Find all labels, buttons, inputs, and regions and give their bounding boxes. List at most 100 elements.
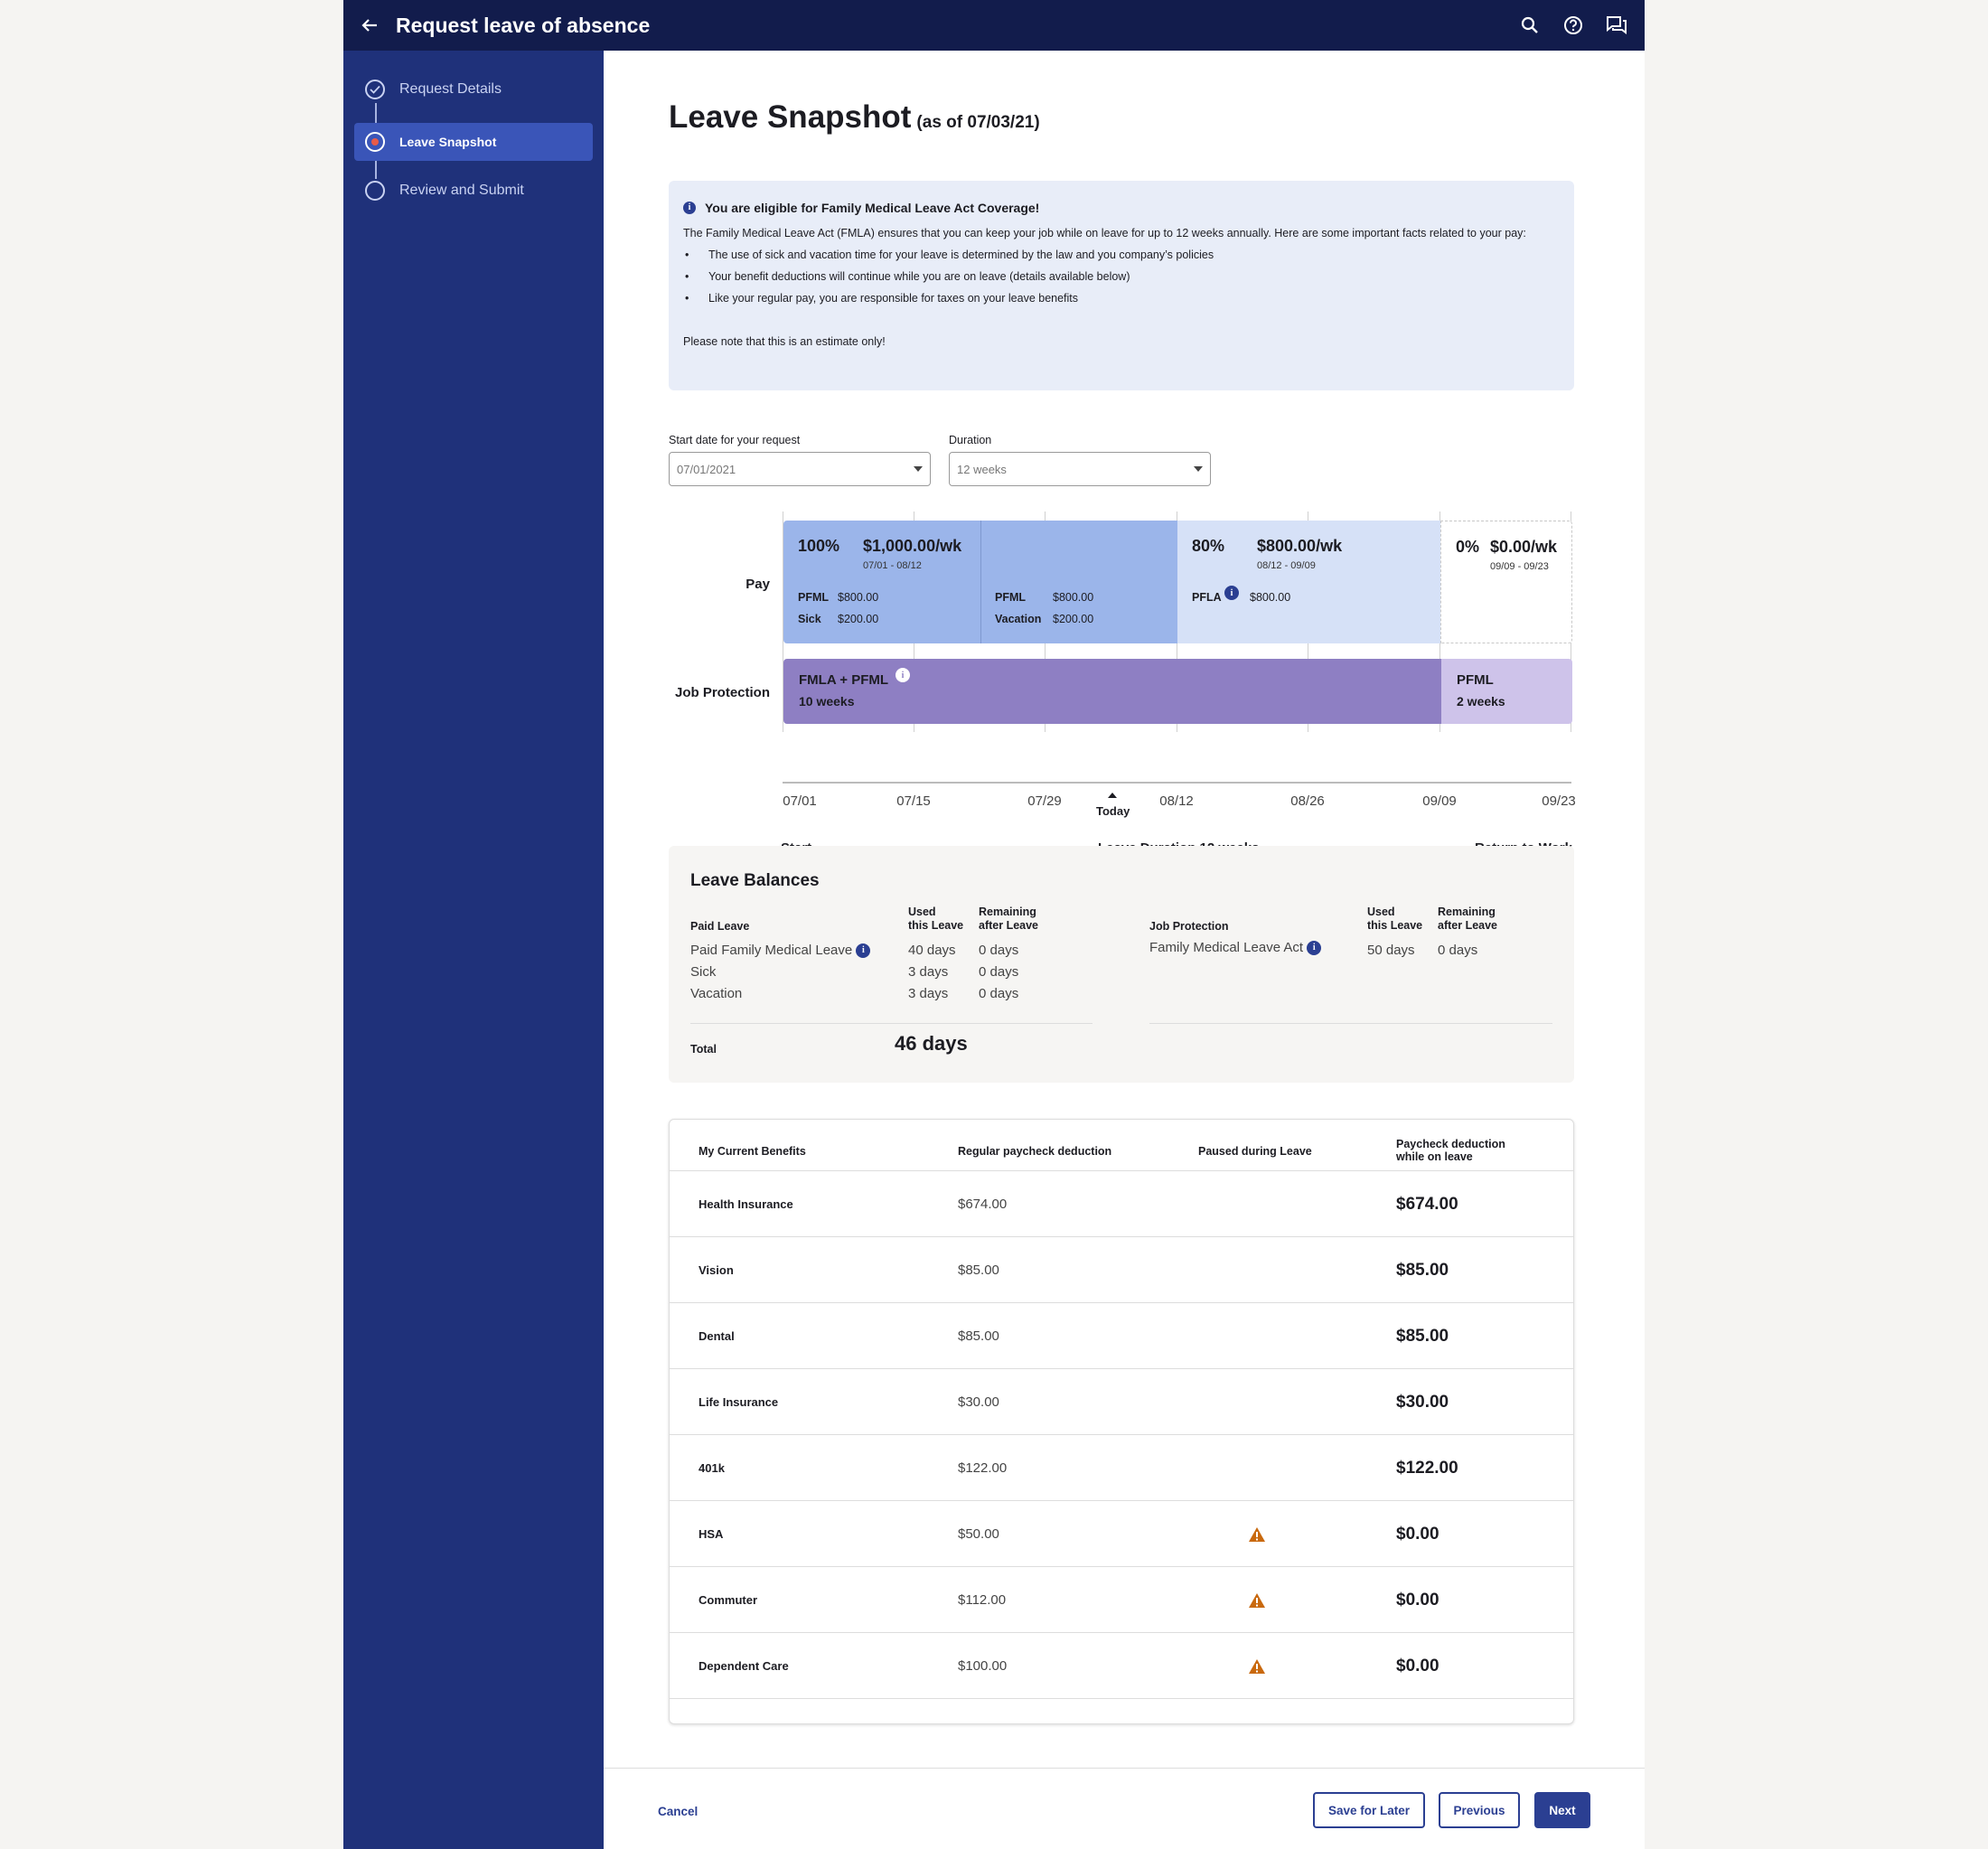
start-date-value: 07/01/2021 xyxy=(677,462,736,476)
total-value: 46 days xyxy=(895,1032,968,1055)
table-row: Dependent Care $100.00 $0.00 xyxy=(670,1633,1573,1699)
balances-title: Leave Balances xyxy=(690,871,820,890)
footer-bar: Cancel Save for Later Previous Next xyxy=(604,1768,1645,1849)
info-icon[interactable]: i xyxy=(1307,941,1322,955)
info-icon: i xyxy=(683,202,696,214)
benefit-name: Dependent Care xyxy=(699,1659,789,1673)
pay-percent: 100% xyxy=(798,537,840,555)
pay-rate: $0.00/wk xyxy=(1490,538,1558,556)
pay-source: PFLA xyxy=(1192,591,1222,604)
pay-source-amount: $800.00 xyxy=(1250,591,1291,604)
pay-segment-0[interactable]: 0% $0.00/wk 09/09 - 09/23 xyxy=(1440,521,1572,643)
tick-label: 07/15 xyxy=(896,793,931,809)
regular-deduction: $122.00 xyxy=(958,1460,1008,1476)
paid-leave-remaining: 0 days 0 days 0 days xyxy=(979,940,1018,1005)
today-marker-icon xyxy=(1108,793,1117,798)
pay-segment-100[interactable]: 100% $1,000.00/wk 07/01 - 08/12 PFML $800… xyxy=(783,521,1177,643)
remaining-header: Remaining after Leave xyxy=(979,906,1038,933)
balance-remaining: 0 days xyxy=(979,986,1019,1001)
banner-bullet: The use of sick and vacation time for yo… xyxy=(683,244,1560,266)
job-segment-fmla-pfml[interactable]: FMLA + PFML i 10 weeks xyxy=(783,659,1441,724)
info-icon[interactable]: i xyxy=(856,943,871,958)
col-header-paused: Paused during Leave xyxy=(1198,1145,1312,1158)
cancel-link[interactable]: Cancel xyxy=(658,1805,698,1818)
tick-label: 09/23 xyxy=(1542,793,1576,809)
remaining-header-1: Remaining xyxy=(979,906,1036,918)
previous-button[interactable]: Previous xyxy=(1439,1792,1520,1828)
toolbar xyxy=(1516,12,1630,39)
step-request-details[interactable]: Request Details xyxy=(354,70,593,108)
leave-deduction: $0.00 xyxy=(1396,1590,1439,1610)
warning-icon xyxy=(1249,1658,1265,1674)
used-header: Used this Leave xyxy=(908,906,963,933)
pay-source-name: PFML xyxy=(798,591,830,604)
used-header-1: Used xyxy=(908,906,936,918)
job-segment-name: FMLA + PFML xyxy=(799,672,889,688)
col-header-leave-2: while on leave xyxy=(1396,1150,1473,1163)
regular-deduction: $112.00 xyxy=(958,1592,1007,1608)
used-header-2: this Leave xyxy=(908,919,964,932)
remaining-header-2: after Leave xyxy=(979,919,1039,932)
leave-deduction: $85.00 xyxy=(1396,1326,1449,1346)
search-icon[interactable] xyxy=(1516,12,1543,39)
step-review-submit[interactable]: Review and Submit xyxy=(354,172,593,210)
main-content: Leave Snapshot (as of 07/03/21) i You are… xyxy=(604,51,1645,1849)
divider xyxy=(1149,1023,1552,1024)
chat-icon[interactable] xyxy=(1603,12,1630,39)
duration-label: Duration xyxy=(949,434,992,446)
pay-range: 09/09 - 09/23 xyxy=(1490,561,1549,572)
job-segment-name: PFML xyxy=(1457,672,1494,688)
balance-name: Family Medical Leave Act xyxy=(1149,940,1304,955)
balance-used: 3 days xyxy=(908,964,949,980)
step-sidebar: Request Details Leave Snapshot Review an… xyxy=(343,51,604,1849)
chevron-down-icon xyxy=(914,466,923,472)
pay-source: Vacation $200.00 xyxy=(995,613,1093,625)
table-row: HSA $50.00 $0.00 xyxy=(670,1501,1573,1567)
pay-source-amount: $800.00 xyxy=(838,591,879,604)
job-segment-pfml[interactable]: PFML 2 weeks xyxy=(1441,659,1572,724)
help-icon[interactable] xyxy=(1560,12,1587,39)
tick-label: 08/12 xyxy=(1159,793,1194,809)
duration-select[interactable]: 12 weeks xyxy=(949,452,1211,486)
paid-leave-names: Paid Family Medical Leave i Sick Vacatio… xyxy=(690,940,871,1005)
job-protection-name: Family Medical Leave Act i xyxy=(1149,937,1322,959)
pay-source: Sick $200.00 xyxy=(798,613,878,625)
leave-deduction: $674.00 xyxy=(1396,1194,1458,1214)
benefit-name: Commuter xyxy=(699,1593,758,1607)
step-leave-snapshot[interactable]: Leave Snapshot xyxy=(354,123,593,161)
col-header-leave: Paycheck deduction while on leave xyxy=(1396,1138,1505,1163)
duration-value: 12 weeks xyxy=(957,462,1007,476)
col-header-benefit: My Current Benefits xyxy=(699,1145,806,1158)
balance-row-name: Paid Family Medical Leave i xyxy=(690,940,871,962)
benefit-name: 401k xyxy=(699,1461,725,1475)
paid-leave-used: 40 days 3 days 3 days xyxy=(908,940,956,1005)
back-arrow-icon[interactable] xyxy=(358,14,381,37)
save-for-later-button[interactable]: Save for Later xyxy=(1313,1792,1425,1828)
start-date-select[interactable]: 07/01/2021 xyxy=(669,452,931,486)
pay-source-amount: $200.00 xyxy=(1053,613,1094,625)
leave-timeline: Pay Job Protection 100% $1,000.00/wk 07/… xyxy=(669,512,1581,856)
balance-remaining: 0 days xyxy=(979,943,1019,958)
pay-segment-80[interactable]: 80% $800.00/wk 08/12 - 09/09 PFLA i $800… xyxy=(1177,521,1440,643)
top-bar: Request leave of absence xyxy=(343,0,1645,51)
regular-deduction: $50.00 xyxy=(958,1526,999,1542)
app-title: Request leave of absence xyxy=(396,13,651,37)
pay-rate: $1,000.00/wk xyxy=(863,537,962,555)
remaining-header-2: after Leave xyxy=(1438,919,1498,932)
info-icon[interactable]: i xyxy=(896,668,910,682)
remaining-header-1: Remaining xyxy=(1438,906,1496,918)
start-date-label: Start date for your request xyxy=(669,434,801,446)
table-row: Dental $85.00 $85.00 xyxy=(670,1303,1573,1369)
pay-source: PFML $800.00 xyxy=(995,591,1093,604)
next-button[interactable]: Next xyxy=(1534,1792,1590,1828)
paused-cell xyxy=(1248,1501,1266,1567)
app-window: Request leave of absence Request Details… xyxy=(343,0,1645,1849)
warning-icon xyxy=(1249,1592,1265,1608)
info-icon[interactable]: i xyxy=(1224,586,1239,600)
balance-remaining: 0 days xyxy=(1438,943,1478,958)
job-protection-row-label: Job Protection xyxy=(674,685,770,700)
balance-name: Vacation xyxy=(690,986,743,1001)
total-label: Total xyxy=(690,1043,717,1056)
used-header: Used this Leave xyxy=(1367,906,1422,933)
table-row: Vision $85.00 $85.00 xyxy=(670,1237,1573,1303)
